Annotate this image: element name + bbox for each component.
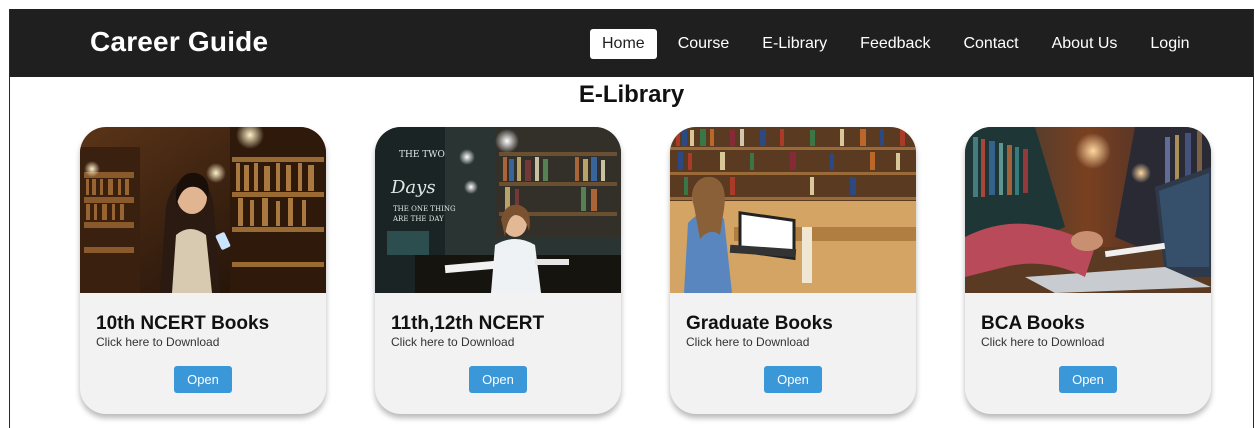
open-button[interactable]: Open: [1059, 366, 1117, 393]
nav-e-library[interactable]: E-Library: [750, 29, 839, 59]
student-writing-at-library-desk-photo: THE TWO Days THE ONE THING ARE THE DAY: [375, 127, 621, 293]
card-title: 10th NCERT Books: [96, 313, 270, 334]
brand-logo[interactable]: Career Guide: [90, 26, 268, 58]
book-card-11th-12th-ncert: THE TWO Days THE ONE THING ARE THE DAY 1…: [375, 127, 621, 414]
open-button[interactable]: Open: [174, 366, 232, 393]
nav-contact[interactable]: Contact: [951, 29, 1030, 59]
nav-home[interactable]: Home: [590, 29, 657, 59]
card-subtitle: Click here to Download: [686, 335, 810, 349]
card-title: 11th,12th NCERT: [391, 313, 545, 334]
navbar: Career Guide Home Course E-Library Feedb…: [10, 9, 1253, 77]
card-subtitle: Click here to Download: [96, 335, 220, 349]
nav-course[interactable]: Course: [666, 29, 742, 59]
student-with-laptop-in-library-photo: [670, 127, 916, 293]
card-subtitle: Click here to Download: [391, 335, 515, 349]
svg-text:ARE THE DAY: ARE THE DAY: [392, 215, 444, 223]
open-button[interactable]: Open: [764, 366, 822, 393]
nav-login[interactable]: Login: [1138, 29, 1201, 59]
page-title: E-Library: [578, 81, 685, 108]
hands-typing-laptop-in-library-photo: [965, 127, 1211, 293]
card-title: BCA Books: [981, 313, 1085, 334]
book-card-10th-ncert: 10th NCERT Books Click here to Download …: [80, 127, 326, 414]
svg-text:THE ONE THING: THE ONE THING: [393, 205, 456, 213]
open-button[interactable]: Open: [469, 366, 527, 393]
nav-about-us[interactable]: About Us: [1040, 29, 1130, 59]
page-frame: Career Guide Home Course E-Library Feedb…: [9, 9, 1254, 428]
svg-text:THE TWO: THE TWO: [399, 150, 445, 160]
book-card-graduate: Graduate Books Click here to Download Op…: [670, 127, 916, 414]
card-title: Graduate Books: [686, 313, 833, 334]
svg-text:Days: Days: [390, 177, 436, 198]
card-subtitle: Click here to Download: [981, 335, 1105, 349]
girl-reading-phone-in-library-photo: [80, 127, 326, 293]
nav-feedback[interactable]: Feedback: [848, 29, 942, 59]
nav-menu: Home Course E-Library Feedback Contact A…: [590, 29, 1211, 59]
book-card-bca: BCA Books Click here to Download Open: [965, 127, 1211, 414]
